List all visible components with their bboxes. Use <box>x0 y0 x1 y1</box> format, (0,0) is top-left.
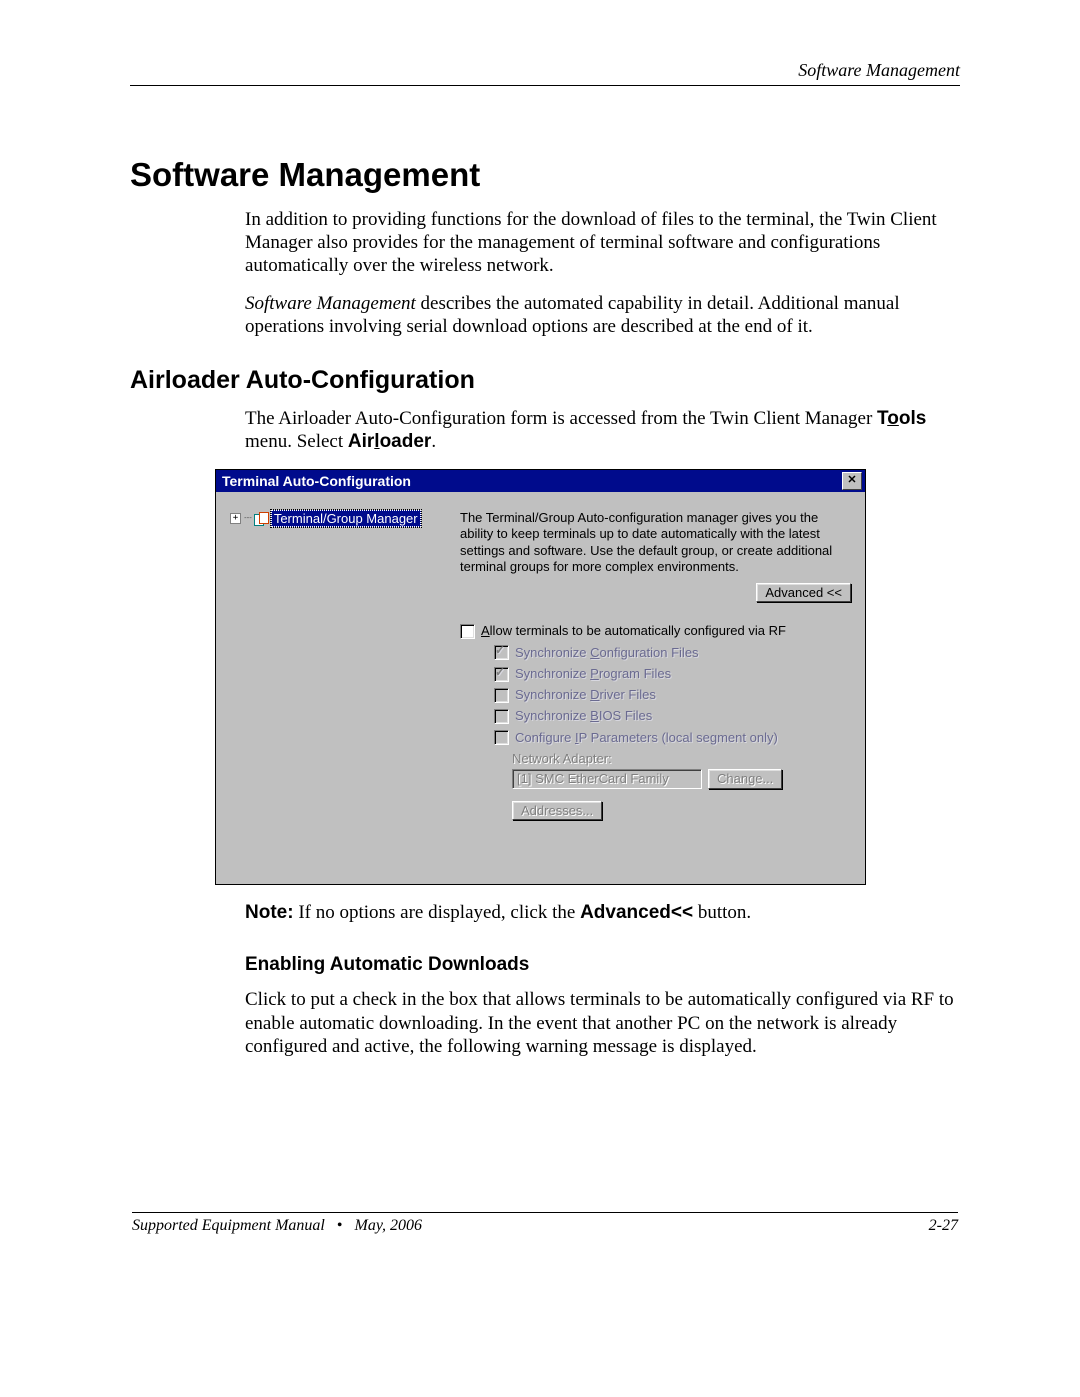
airloader-para: The Airloader Auto-Configuration form is… <box>245 407 960 453</box>
addresses-button: Addresses... <box>512 801 602 820</box>
note-bold: Note: <box>245 902 294 923</box>
advanced-button[interactable]: Advanced << <box>756 583 851 602</box>
tree-pane: + ┄ Terminal/Group Manager <box>230 510 440 870</box>
intro-para-2: Software Management describes the automa… <box>245 292 960 338</box>
options-pane: The Terminal/Group Auto-configuration ma… <box>460 510 851 870</box>
config-ip-checkbox <box>494 730 509 745</box>
note-adv: Advanced<< <box>580 902 693 923</box>
sync-program-row: Synchronize Program Files <box>494 666 851 682</box>
config-ip-row: Configure IP Parameters (local segment o… <box>494 730 851 746</box>
heading-enabling: Enabling Automatic Downloads <box>245 954 960 976</box>
tools-o-underline: o <box>887 408 899 429</box>
network-adapter-row: [1] SMC EtherCard Family Change... <box>512 769 851 789</box>
dialog-window: Terminal Auto-Configuration ✕ + ┄ Termin… <box>215 469 866 885</box>
tree-root-row[interactable]: + ┄ Terminal/Group Manager <box>230 510 440 527</box>
airloader-post: oader <box>380 431 432 452</box>
footer-date: May, 2006 <box>354 1217 422 1234</box>
intro-para-1: In addition to providing functions for t… <box>245 208 960 278</box>
airloader-pre: Air <box>348 431 374 452</box>
sync-driver-label: Synchronize Driver Files <box>515 687 656 703</box>
page-header-right: Software Management <box>130 60 960 81</box>
airloader-para-a: The Airloader Auto-Configuration form is… <box>245 408 877 429</box>
network-adapter-field: [1] SMC EtherCard Family <box>512 769 702 789</box>
dialog-body: + ┄ Terminal/Group Manager The Terminal/… <box>216 492 865 884</box>
config-ip-label: Configure IP Parameters (local segment o… <box>515 730 778 746</box>
close-button[interactable]: ✕ <box>842 472 862 490</box>
tools-t: T <box>877 408 887 429</box>
allow-row[interactable]: Allow terminals to be automatically conf… <box>460 623 851 639</box>
allow-checkbox[interactable] <box>460 624 475 639</box>
sync-program-label: Synchronize Program Files <box>515 666 671 682</box>
airloader-para-c: menu. Select <box>245 431 348 452</box>
sync-bios-checkbox <box>494 709 509 724</box>
footer-manual: Supported Equipment Manual <box>132 1217 325 1234</box>
note-end: button. <box>693 902 751 923</box>
network-adapter-label: Network Adapter: <box>512 751 851 767</box>
note-para: Note: If no options are displayed, click… <box>245 901 960 924</box>
tree-connector: ┄ <box>244 511 251 526</box>
heading-airloader: Airloader Auto-Configuration <box>130 366 960 395</box>
sync-config-label: Synchronize Configuration Files <box>515 645 699 661</box>
tree-root-label[interactable]: Terminal/Group Manager <box>271 510 421 527</box>
airloader-para-e: . <box>431 431 436 452</box>
dialog-screenshot: Terminal Auto-Configuration ✕ + ┄ Termin… <box>215 469 960 885</box>
footer-left: Supported Equipment Manual • May, 2006 <box>132 1217 422 1235</box>
sync-driver-checkbox <box>494 688 509 703</box>
tools-ols: ols <box>899 408 926 429</box>
sync-program-checkbox <box>494 667 509 682</box>
sync-bios-label: Synchronize BIOS Files <box>515 708 652 724</box>
terminal-group-icon <box>254 512 268 526</box>
note-mid: If no options are displayed, click the <box>294 902 581 923</box>
dialog-titlebar: Terminal Auto-Configuration ✕ <box>216 470 865 492</box>
page-footer: Supported Equipment Manual • May, 2006 2… <box>132 1212 958 1235</box>
header-rule <box>130 85 960 86</box>
change-button: Change... <box>708 769 782 789</box>
sync-bios-row: Synchronize BIOS Files <box>494 708 851 724</box>
sync-config-row: Synchronize Configuration Files <box>494 645 851 661</box>
enabling-para: Click to put a check in the box that all… <box>245 988 960 1058</box>
sync-driver-row: Synchronize Driver Files <box>494 687 851 703</box>
sync-config-checkbox <box>494 645 509 660</box>
sm-italic: Software Management <box>245 293 416 314</box>
dialog-description: The Terminal/Group Auto-configuration ma… <box>460 510 851 575</box>
allow-label: Allow terminals to be automatically conf… <box>481 623 786 639</box>
heading-main: Software Management <box>130 156 960 194</box>
footer-page-num: 2-27 <box>929 1217 958 1235</box>
expand-icon[interactable]: + <box>230 513 241 524</box>
dialog-title: Terminal Auto-Configuration <box>222 473 411 489</box>
footer-bullet: • <box>337 1217 343 1234</box>
